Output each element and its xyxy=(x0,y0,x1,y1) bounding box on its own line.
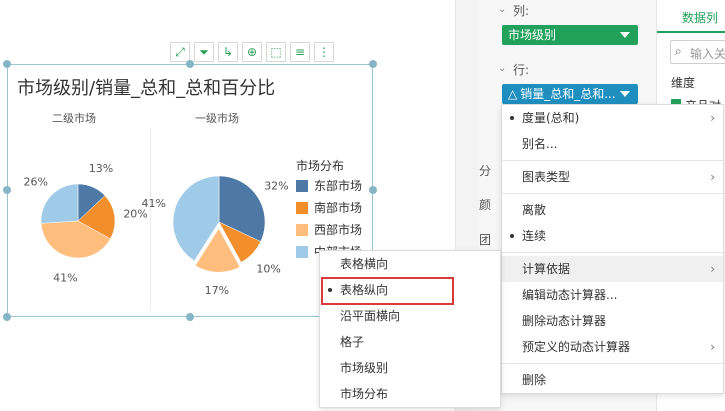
context-menu-item[interactable]: 计算依据 › xyxy=(502,256,723,282)
rows-label: 行: xyxy=(513,63,530,77)
side-label: 分 xyxy=(479,164,492,178)
legend-label: 南部市场 xyxy=(314,201,363,215)
legend-swatch xyxy=(296,180,308,192)
context-menu: 度量(总和) › 别名... 图表类型 › 离散连续计算依据 › 编辑动态计算器... 删除动态… xyxy=(501,104,724,394)
legend-label: 东部市场 xyxy=(314,179,363,193)
menu-item-label: 别名... xyxy=(522,137,558,151)
side-label: 颜 xyxy=(479,198,492,212)
submenu-item[interactable]: 沿平面横向 xyxy=(320,303,500,329)
bullet-icon xyxy=(510,116,514,120)
selection-highlight xyxy=(321,277,454,305)
bullet-icon xyxy=(510,234,514,238)
side-label: 团 xyxy=(479,233,492,247)
context-menu-item[interactable]: 删除动态计算器 xyxy=(502,308,723,334)
submenu-item-label: 沿平面横向 xyxy=(340,309,401,323)
legend-swatch xyxy=(296,224,308,236)
context-menu-item[interactable]: 图表类型 › xyxy=(502,164,723,190)
submenu-item[interactable]: 市场分布 xyxy=(320,381,500,407)
menu-item-label: 编辑动态计算器... xyxy=(522,288,618,302)
legend-swatch xyxy=(296,202,308,214)
submenu-item[interactable]: 表格横向 xyxy=(320,251,500,277)
submenu-item[interactable]: 格子 xyxy=(320,329,500,355)
menu-separator xyxy=(502,193,723,194)
pie-data-label: 10% xyxy=(256,263,280,276)
menu-item-label: 度量(总和) xyxy=(522,111,580,125)
legend-label: 西部市场 xyxy=(314,223,363,237)
context-menu-item[interactable]: 编辑动态计算器... xyxy=(502,282,723,308)
pie-data-label: 41% xyxy=(141,197,165,210)
pie-data-label: 13% xyxy=(89,162,113,175)
submenu-item[interactable]: 表格纵向 xyxy=(320,277,500,305)
search-placeholder: 输入关 xyxy=(690,47,725,61)
pie-data-label: 32% xyxy=(264,180,288,193)
chevron-down-icon[interactable]: ⌄ xyxy=(498,63,506,74)
dimension-label: 维度 xyxy=(671,76,696,90)
menu-item-label: 删除动态计算器 xyxy=(522,314,607,328)
columns-label: 列: xyxy=(513,4,530,18)
calculate-by-submenu: 表格横向表格纵向沿平面横向格子市场级别市场分布 xyxy=(319,250,501,408)
submenu-item-label: 表格横向 xyxy=(340,257,389,271)
chevron-down-icon[interactable]: ⌄ xyxy=(498,4,506,15)
rows-field-pill[interactable]: △ 销量_总和_总和... xyxy=(502,84,638,104)
context-menu-item[interactable]: 离散 xyxy=(502,197,723,223)
delta-icon: △ xyxy=(508,87,518,101)
caret-down-icon[interactable] xyxy=(620,91,630,97)
context-menu-item[interactable]: 度量(总和) › xyxy=(502,105,723,131)
submenu-item-label: 市场级别 xyxy=(340,361,389,375)
menu-separator xyxy=(502,160,723,161)
menu-item-label: 连续 xyxy=(522,229,547,243)
search-icon: ⌕ xyxy=(675,44,682,58)
chart-legend: 市场分布 东部市场 南部市场 西部市场 中部市场 xyxy=(296,157,376,259)
chevron-right-icon: › xyxy=(710,111,715,125)
menu-item-label: 图表类型 xyxy=(522,170,571,184)
menu-item-label: 离散 xyxy=(522,203,547,217)
search-input[interactable]: ⌕ 输入关 xyxy=(670,40,725,64)
context-menu-item[interactable]: 预定义的动态计算器 › xyxy=(502,334,723,360)
legend-title: 市场分布 xyxy=(296,159,345,173)
caret-down-icon[interactable] xyxy=(620,32,630,38)
pie-data-label: 41% xyxy=(53,272,77,285)
chevron-right-icon: › xyxy=(710,340,715,354)
columns-pill-label: 市场级别 xyxy=(508,28,557,42)
pie-data-label: 26% xyxy=(23,175,47,188)
submenu-item-label: 格子 xyxy=(340,335,365,349)
menu-item-label: 预定义的动态计算器 xyxy=(522,340,631,354)
menu-separator xyxy=(502,252,723,253)
menu-item-label: 计算依据 xyxy=(522,262,571,276)
pie-data-label: 17% xyxy=(205,284,229,297)
context-menu-item[interactable]: 别名... xyxy=(502,131,723,157)
rows-pill-label: 销量_总和_总和... xyxy=(520,87,616,101)
pie-slice[interactable] xyxy=(40,183,79,224)
submenu-item-label: 市场分布 xyxy=(340,387,389,401)
context-menu-item[interactable]: 连续 xyxy=(502,223,723,249)
chevron-right-icon: › xyxy=(710,170,715,184)
tab-data-columns[interactable]: 数据列 xyxy=(682,9,718,26)
chevron-right-icon: › xyxy=(710,262,715,276)
legend-swatch xyxy=(296,246,308,258)
submenu-item[interactable]: 市场级别 xyxy=(320,355,500,381)
tab-underline xyxy=(657,31,725,33)
columns-field-pill[interactable]: 市场级别 xyxy=(502,25,638,45)
menu-item-label: 删除 xyxy=(522,373,547,387)
context-menu-item[interactable]: 删除 xyxy=(502,367,723,393)
menu-separator xyxy=(502,363,723,364)
